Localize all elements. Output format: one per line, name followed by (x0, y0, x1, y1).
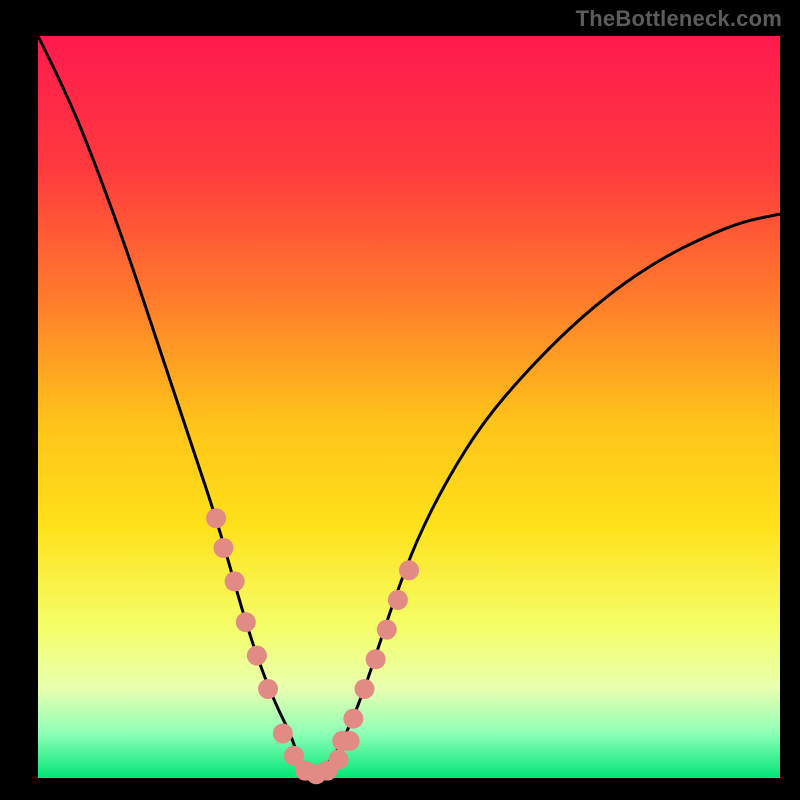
marker-dot (258, 679, 278, 699)
marker-dot (399, 560, 419, 580)
marker-dot (332, 731, 352, 751)
marker-dot (329, 749, 349, 769)
chart-container: TheBottleneck.com (0, 0, 800, 800)
marker-dot (214, 538, 234, 558)
marker-dot (366, 649, 386, 669)
marker-dot (273, 723, 293, 743)
marker-dot (377, 620, 397, 640)
chart-svg (0, 0, 800, 800)
gradient-background (38, 36, 780, 778)
marker-dot (247, 646, 267, 666)
marker-dot (206, 508, 226, 528)
marker-dot (388, 590, 408, 610)
marker-dot (354, 679, 374, 699)
marker-dot (236, 612, 256, 632)
marker-dot (343, 709, 363, 729)
marker-dot (225, 571, 245, 591)
